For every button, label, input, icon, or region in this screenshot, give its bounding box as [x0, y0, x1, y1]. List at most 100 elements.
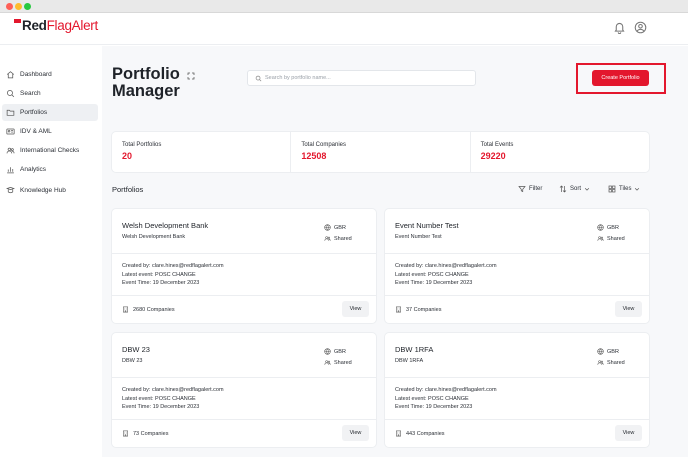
view-button[interactable]: View — [615, 301, 642, 317]
event-time: Event Time: 19 December 2023 — [395, 280, 473, 286]
globe-icon — [324, 224, 331, 231]
chevron-down-icon — [635, 188, 640, 191]
window-titlebar — [0, 0, 688, 13]
divider — [385, 295, 649, 296]
stat-label: Total Companies — [301, 142, 347, 148]
country-tag: GBR — [324, 224, 346, 231]
sidebar-item-label: International Checks — [20, 147, 80, 154]
redflagalert-logo[interactable]: RedFlagAlert — [14, 18, 98, 33]
stat-total-events: Total Events 29220 — [471, 132, 649, 172]
divider — [112, 253, 376, 254]
globe-icon — [597, 224, 604, 231]
country-tag: GBR — [597, 348, 619, 355]
stats-summary: Total Portfolios 20 Total Companies 1250… — [112, 132, 649, 172]
stat-total-portfolios: Total Portfolios 20 — [112, 132, 292, 172]
latest-event: Latest event: POSC CHANGE — [395, 271, 469, 278]
expand-icon[interactable] — [187, 72, 195, 80]
companies-count: 443 Companies — [395, 430, 445, 437]
portfolio-card[interactable]: DBW 23 DBW 23 GBR Shared Created by: cla… — [112, 333, 376, 447]
sort-dropdown[interactable]: Sort — [559, 185, 590, 193]
divider — [385, 419, 649, 420]
divider — [385, 377, 649, 378]
sidebar-item-label: Analytics — [20, 166, 47, 173]
companies-count: 73 Companies — [122, 430, 168, 437]
users-icon — [324, 236, 331, 241]
portfolio-name: Event Number Test — [395, 221, 459, 230]
sidebar-item-label: Dashboard — [20, 71, 52, 78]
portfolio-subtitle: DBW 23 — [122, 358, 143, 364]
portfolio-search-input[interactable] — [265, 71, 470, 85]
sidebar-item-analytics[interactable]: Analytics — [2, 161, 98, 178]
sharing-tag: Shared — [324, 359, 352, 366]
home-icon — [6, 71, 15, 79]
view-button[interactable]: View — [342, 425, 369, 441]
filter-button[interactable]: Filter — [518, 185, 542, 193]
sidebar-item-label: Search — [20, 90, 41, 97]
users-icon — [6, 147, 15, 154]
id-card-icon — [6, 128, 15, 135]
portfolio-search-field[interactable] — [247, 70, 476, 86]
main-content: Portfolio Manager Create Portfolio Total… — [102, 46, 688, 457]
stat-value: 20 — [122, 151, 133, 161]
search-icon — [7, 90, 15, 98]
stat-value: 12508 — [301, 151, 327, 161]
search-icon — [255, 75, 262, 82]
sidebar-item-search[interactable]: Search — [2, 85, 98, 102]
portfolio-name: DBW 23 — [122, 345, 150, 354]
portfolio-subtitle: Welsh Development Bank — [122, 234, 186, 240]
globe-icon — [597, 348, 604, 355]
flag-icon — [14, 19, 21, 23]
users-icon — [597, 236, 604, 241]
sharing-tag: Shared — [597, 359, 625, 366]
sharing-tag: Shared — [324, 235, 352, 242]
sidebar-item-label: IDV & AML — [20, 128, 52, 135]
view-button[interactable]: View — [615, 425, 642, 441]
sharing-tag: Shared — [597, 235, 625, 242]
filter-icon — [518, 186, 526, 193]
sidebar-item-international-checks[interactable]: International Checks — [2, 142, 98, 159]
portfolio-meta: Created by: clare.hines@redflagalert.com… — [122, 386, 224, 412]
stat-total-companies: Total Companies 12508 — [291, 132, 471, 172]
view-button[interactable]: View — [342, 301, 369, 317]
divider — [112, 377, 376, 378]
view-mode-dropdown[interactable]: Tiles — [608, 185, 640, 193]
building-icon — [396, 306, 401, 313]
sidebar-item-portfolios[interactable]: Portfolios — [2, 104, 98, 121]
bell-icon[interactable] — [613, 21, 626, 34]
folder-icon — [6, 109, 15, 116]
chart-icon — [7, 167, 14, 174]
stat-value: 29220 — [480, 151, 506, 161]
sidebar-item-knowledge-hub[interactable]: Knowledge Hub — [2, 182, 98, 199]
portfolios-section-title: Portfolios — [112, 185, 144, 194]
event-time: Event Time: 19 December 2023 — [122, 404, 200, 410]
portfolio-meta: Created by: clare.hines@redflagalert.com… — [395, 262, 497, 288]
portfolio-card[interactable]: DBW 1RFA DBW 1RFA GBR Shared Created by:… — [385, 333, 649, 447]
country-tag: GBR — [324, 348, 346, 355]
page-title: Portfolio Manager — [112, 65, 180, 100]
user-profile-icon[interactable] — [634, 21, 647, 34]
globe-icon — [324, 348, 331, 355]
stat-label: Total Portfolios — [122, 142, 162, 148]
divider — [112, 419, 376, 420]
grid-icon — [608, 185, 616, 193]
divider — [112, 295, 376, 296]
portfolio-card[interactable]: Welsh Development Bank Welsh Development… — [112, 209, 376, 323]
app-header: RedFlagAlert — [0, 13, 688, 45]
created-by: Created by: clare.hines@redflagalert.com — [395, 387, 497, 393]
users-icon — [324, 360, 331, 365]
latest-event: Latest event: POSC CHANGE — [122, 395, 196, 402]
close-window-button[interactable] — [6, 3, 13, 10]
building-icon — [123, 306, 128, 313]
stat-label: Total Events — [480, 142, 514, 148]
sidebar-item-idv-aml[interactable]: IDV & AML — [2, 123, 98, 140]
sidebar-item-dashboard[interactable]: Dashboard — [2, 66, 98, 83]
maximize-window-button[interactable] — [24, 3, 31, 10]
latest-event: Latest event: POSC CHANGE — [395, 395, 469, 402]
portfolio-subtitle: Event Number Test — [395, 234, 442, 240]
event-time: Event Time: 19 December 2023 — [395, 404, 473, 410]
minimize-window-button[interactable] — [15, 3, 22, 10]
create-portfolio-button[interactable]: Create Portfolio — [592, 70, 649, 86]
divider — [385, 253, 649, 254]
sort-icon — [559, 185, 567, 193]
portfolio-card[interactable]: Event Number Test Event Number Test GBR … — [385, 209, 649, 323]
